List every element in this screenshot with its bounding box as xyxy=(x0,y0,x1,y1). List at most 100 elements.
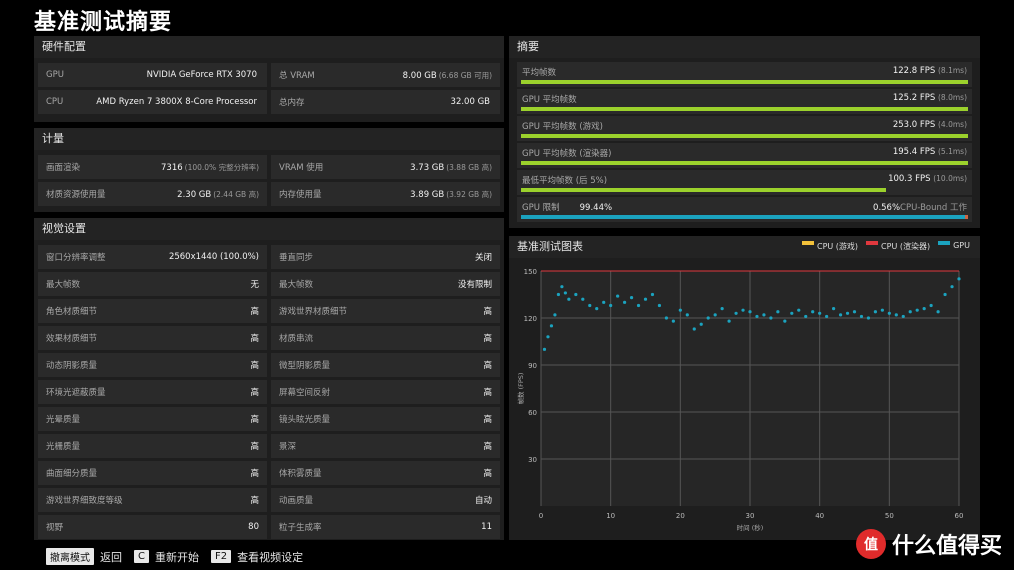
gpu-data-point xyxy=(553,313,557,317)
hardware-row-1-col1: CPU AMD Ryzen 7 3800X 8-Core Processor xyxy=(38,90,267,114)
hint-label-2[interactable]: 查看视频设定 xyxy=(237,549,303,565)
hardware-row-0-col2: 总 VRAM 8.00 GB (6.68 GB 可用) xyxy=(271,63,500,87)
visual-row-9-col1: 游戏世界细致度等级 高 xyxy=(38,488,267,512)
hint-key-2[interactable]: F2 xyxy=(210,550,232,563)
metrics-row-1-col1: 材质资源使用量 2.30 GB (2.44 GB 高) xyxy=(38,182,267,206)
value-text: 高 xyxy=(250,307,259,317)
setting-value: 自动 xyxy=(475,494,500,506)
setting-value: 高 xyxy=(250,494,267,506)
summary-row-2: GPU 平均帧数 (游戏) 253.0 FPS (4.0ms) xyxy=(517,116,972,141)
gpu-data-point xyxy=(650,292,655,297)
hardware-row-0-col1: GPU NVIDIA GeForce RTX 3070 xyxy=(38,63,267,87)
hint-label-1[interactable]: 重新开始 xyxy=(155,549,199,565)
visual-settings-panel: 视觉设置 窗口分辨率调整 2560x1440 (100.0%) 垂直同步 关闭 最大帧数… xyxy=(34,218,504,540)
setting-label: 窗口分辨率调整 xyxy=(46,253,106,263)
gpu-data-point xyxy=(713,313,717,317)
setting-value: 高 xyxy=(483,359,500,371)
gpu-data-point xyxy=(762,313,766,317)
summary-label: GPU 平均帧数 (渲染器) xyxy=(522,149,612,159)
gpu-data-point xyxy=(636,303,641,308)
ms-value: (5.1ms) xyxy=(938,147,967,156)
visual-row-8-col2: 体积雾质量 高 xyxy=(271,461,500,485)
setting-value: 高 xyxy=(483,386,500,398)
visual-row-10-col2: 粒子生成率 11 xyxy=(271,515,500,539)
gpu-data-point xyxy=(609,303,613,308)
metrics-row-1-col2: 内存使用量 3.89 GB (3.92 GB 高) xyxy=(271,182,500,206)
visual-row-2-col2: 游戏世界材质细节 高 xyxy=(271,299,500,323)
setting-value: 高 xyxy=(483,305,500,317)
hint-key-0[interactable]: 撤离模式 xyxy=(46,548,94,565)
gpu-data-point xyxy=(776,310,780,314)
summary-bar xyxy=(521,188,887,192)
y-axis-label: 帧数 (FPS) xyxy=(516,373,525,405)
chart-panel: 基准测试图表 CPU (游戏) CPU (渲染器) GPU 0 10 20 30 40 50 6… xyxy=(509,236,980,540)
value-text: 高 xyxy=(483,415,492,425)
footer-hints: 撤离模式 返回 C 重新开始 F2 查看视频设定 xyxy=(46,548,315,565)
gpu-data-point xyxy=(852,310,857,314)
gpu-limit-bar xyxy=(521,215,966,219)
setting-value: 8.00 GB (6.68 GB 可用) xyxy=(403,70,500,81)
x-tick-label: 50 xyxy=(885,512,894,520)
hint-key-1[interactable]: C xyxy=(134,550,149,563)
setting-label: 垂直同步 xyxy=(279,253,314,263)
setting-value: 无 xyxy=(250,278,267,290)
setting-value: 高 xyxy=(250,440,267,452)
summary-bar xyxy=(521,107,968,111)
gpu-limit-label: GPU 限制 99.44% xyxy=(522,201,612,213)
setting-label: 景深 xyxy=(279,442,297,452)
value-text: 高 xyxy=(483,361,492,371)
gpu-data-point xyxy=(616,294,620,298)
value-text: 高 xyxy=(483,442,492,452)
setting-value: 80 xyxy=(248,522,267,532)
value-text: 7316 xyxy=(161,162,183,173)
value-note: (3.92 GB 高) xyxy=(446,189,492,199)
setting-label: 效果材质细节 xyxy=(46,334,98,344)
visual-row-3-col2: 材质串流 高 xyxy=(271,326,500,350)
visual-row-3-col1: 效果材质细节 高 xyxy=(38,326,267,350)
value-text: 高 xyxy=(250,361,259,371)
y-tick-label: 90 xyxy=(528,362,537,370)
summary-label: 平均帧数 xyxy=(522,68,557,78)
legend-label: CPU (游戏) xyxy=(816,242,859,251)
value-text: 32.00 GB xyxy=(450,97,490,107)
value-text: 无 xyxy=(250,280,259,290)
y-tick-label: 60 xyxy=(528,409,537,417)
legend-label: GPU xyxy=(953,241,970,250)
gpu-data-point xyxy=(699,322,703,326)
setting-value: 高 xyxy=(483,332,500,344)
setting-label: VRAM 使用 xyxy=(279,163,324,173)
gpu-limit-title: GPU 限制 xyxy=(522,203,560,213)
setting-label: 材质资源使用量 xyxy=(46,190,106,200)
summary-bar xyxy=(521,80,968,84)
gpu-data-point xyxy=(720,307,724,311)
gpu-data-point xyxy=(957,277,961,281)
gpu-data-point xyxy=(685,313,689,317)
gpu-data-point xyxy=(581,297,585,301)
fps-value: 253.0 FPS xyxy=(892,120,936,130)
visual-row-8-col1: 曲面细分质量 高 xyxy=(38,461,267,485)
setting-value: AMD Ryzen 7 3800X 8-Core Processor xyxy=(96,97,267,107)
setting-label: 屏幕空间反射 xyxy=(279,388,331,398)
setting-label: CPU xyxy=(46,97,64,107)
setting-label: 镜头眩光质量 xyxy=(279,415,331,425)
summary-row-3: GPU 平均帧数 (渲染器) 195.4 FPS (5.1ms) xyxy=(517,143,972,168)
chart-legend: CPU (游戏) CPU (渲染器) GPU xyxy=(794,241,970,252)
gpu-data-point xyxy=(894,313,898,317)
setting-label: 环境光遮蔽质量 xyxy=(46,388,106,398)
setting-value: 关闭 xyxy=(475,251,500,263)
value-text: 高 xyxy=(483,307,492,317)
setting-value: 没有限制 xyxy=(458,278,500,290)
gpu-data-point xyxy=(623,300,627,304)
gpu-data-point xyxy=(542,347,547,351)
gpu-data-point xyxy=(574,292,578,297)
gpu-data-point xyxy=(560,285,564,289)
value-text: AMD Ryzen 7 3800X 8-Core Processor xyxy=(96,97,257,107)
summary-value: 122.8 FPS (8.1ms) xyxy=(893,66,967,76)
hint-label-0[interactable]: 返回 xyxy=(100,549,122,565)
gpu-data-point xyxy=(880,308,884,312)
legend-swatch xyxy=(866,241,879,245)
benchmark-chart: 0 10 20 30 40 50 60 30 60 90 120 150 时间 (秒) 帧数 (FPS) xyxy=(516,268,963,532)
setting-label: 最大帧数 xyxy=(279,280,314,290)
gpu-data-point xyxy=(595,307,599,311)
value-text: 80 xyxy=(248,522,259,532)
